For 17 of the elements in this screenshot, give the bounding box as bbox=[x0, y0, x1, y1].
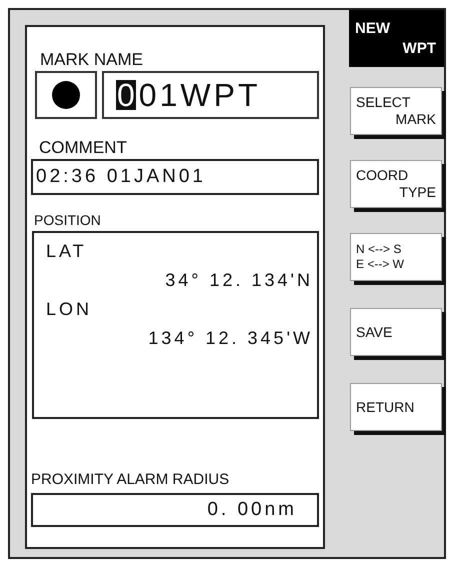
position-label: POSITION bbox=[34, 211, 101, 229]
mark-symbol-box[interactable] bbox=[35, 71, 97, 119]
menu-title: NEW WPT bbox=[349, 10, 444, 67]
coordinate-value: 34° 12. 134'N bbox=[165, 269, 313, 292]
coordinate-label: LAT bbox=[46, 240, 87, 263]
comment-field[interactable]: 02:36 01JAN01 bbox=[31, 159, 319, 195]
filled-circle-icon bbox=[51, 80, 81, 110]
coordinate-value: 134° 12. 345'W bbox=[148, 327, 313, 350]
text-cursor: 0 bbox=[116, 80, 136, 110]
mark-name-field[interactable]: 0 01WPT bbox=[102, 71, 319, 119]
mark-name-label: MARK NAME bbox=[40, 51, 143, 69]
comment-label: COMMENT bbox=[39, 139, 127, 157]
mark-name-text: 01WPT bbox=[138, 76, 260, 114]
coordinate-label: LON bbox=[46, 298, 92, 321]
proximity-alarm-field[interactable]: 0. 00nm bbox=[31, 493, 319, 527]
proximity-alarm-label: PROXIMITY ALARM RADIUS bbox=[31, 471, 230, 489]
position-box[interactable]: LAT 34° 12. 134'N LON 134° 12. 345'W bbox=[32, 231, 319, 419]
